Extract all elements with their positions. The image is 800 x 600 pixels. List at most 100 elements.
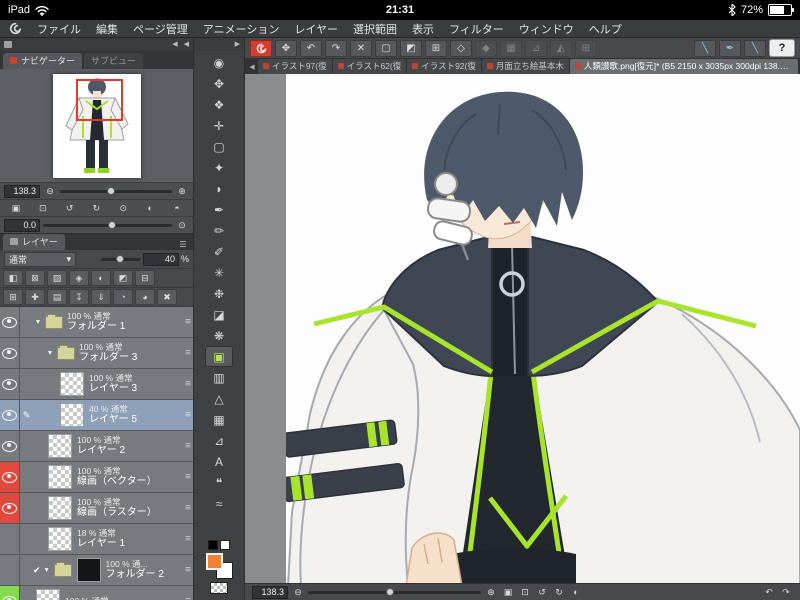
visibility-eye-icon[interactable] xyxy=(2,409,17,421)
layer-row-7[interactable]: 100 % 通常 線画（ラスター） ≡ xyxy=(0,493,193,524)
layer-thumbnail[interactable] xyxy=(48,527,72,551)
tab-navigator[interactable]: ナビゲーター xyxy=(3,53,83,69)
canvas-page[interactable] xyxy=(286,74,800,583)
document-tab-4[interactable]: 月面立ち絵基本木 xyxy=(481,59,569,74)
layer-move-tool[interactable]: ✛ xyxy=(205,115,233,136)
layer-visibility-cell[interactable] xyxy=(0,307,20,337)
canvas-undo-icon[interactable]: ↶ xyxy=(762,586,776,599)
delete-layer-button[interactable]: ✖ xyxy=(157,289,177,305)
drag-handle-icon[interactable]: ≡ xyxy=(185,410,191,421)
mesh-transform-button[interactable]: ▦ xyxy=(500,39,522,57)
rotate-left-icon[interactable]: ↺ xyxy=(63,202,77,215)
layer-visibility-cell[interactable] xyxy=(0,338,20,368)
drag-handle-icon[interactable]: ≡ xyxy=(185,565,191,576)
blend-mode-select[interactable]: 通常 ▾ xyxy=(4,251,76,267)
drag-handle-icon[interactable]: ≡ xyxy=(185,317,191,328)
rotate-right-icon[interactable]: ↻ xyxy=(89,202,103,215)
clear-button[interactable]: ✕ xyxy=(350,39,372,57)
menu-item-animation[interactable]: アニメーション xyxy=(203,21,280,37)
layer-visibility-cell[interactable] xyxy=(0,369,20,399)
navigator-view-rectangle[interactable] xyxy=(75,78,123,121)
expander-icon[interactable]: ▼ xyxy=(33,319,43,326)
layer-row-6[interactable]: 100 % 通常 線画（ベクター） ≡ xyxy=(0,462,193,493)
palette-display-button[interactable]: ⊟ xyxy=(135,270,155,286)
canvas-fit-icon[interactable]: ▣ xyxy=(501,586,515,599)
navigator-rotation-slider[interactable] xyxy=(43,220,172,229)
ruler-tool[interactable]: ⊿ xyxy=(205,430,233,451)
eyedropper-tool[interactable]: ◗ xyxy=(205,178,233,199)
selection-launcher-button[interactable]: ⊞ xyxy=(425,39,447,57)
navigator-zoom-value[interactable]: 138.3 xyxy=(4,184,40,198)
black-color-chip[interactable] xyxy=(208,540,218,550)
redo-button[interactable]: ↷ xyxy=(325,39,347,57)
undo-button[interactable]: ↶ xyxy=(300,39,322,57)
auto-select-tool[interactable]: ✦ xyxy=(205,157,233,178)
clip-studio-logo[interactable] xyxy=(9,22,22,35)
canvas-actual-size-icon[interactable]: ⊡ xyxy=(518,586,532,599)
canvas-zoom-out-icon[interactable]: ⊖ xyxy=(291,586,305,599)
help-button[interactable]: ? xyxy=(769,39,795,57)
transfer-to-lower-layer-button[interactable]: ↧ xyxy=(69,289,89,305)
menu-item-layer[interactable]: レイヤー xyxy=(294,21,338,37)
zoom-in-icon[interactable]: ⊕ xyxy=(175,185,189,198)
layer-thumbnail[interactable] xyxy=(48,465,72,489)
menu-item-help[interactable]: ヘルプ xyxy=(589,21,622,37)
figure-tool[interactable]: △ xyxy=(205,388,233,409)
layer-visibility-cell[interactable] xyxy=(0,524,20,554)
white-color-chip[interactable] xyxy=(220,540,230,550)
visibility-eye-icon[interactable] xyxy=(2,595,17,600)
layer-row-4[interactable]: ✎ 40 % 通常 レイヤー 5 ≡ xyxy=(0,400,193,431)
pen-nib-button[interactable]: ✒ xyxy=(719,39,741,57)
opacity-widget[interactable]: 40 % xyxy=(100,252,189,266)
balloon-tool[interactable]: ❝ xyxy=(205,472,233,493)
menu-item-edit[interactable]: 編集 xyxy=(96,21,118,37)
menu-item-selection[interactable]: 選択範囲 xyxy=(353,21,397,37)
brush-tool[interactable]: ✐ xyxy=(205,241,233,262)
layer-row-1[interactable]: ▼ 100 % 通常 フォルダー 1 ≡ xyxy=(0,307,193,338)
canvas-rotate-right-icon[interactable]: ↻ xyxy=(552,586,566,599)
tab-layer[interactable]: レイヤー xyxy=(3,234,65,250)
canvas-zoom-value[interactable]: 138.3 xyxy=(252,585,288,599)
zoom-out-icon[interactable]: ⊖ xyxy=(43,185,57,198)
drag-handle-icon[interactable]: ≡ xyxy=(185,534,191,545)
reference-layer-button[interactable]: ◈ xyxy=(69,270,89,286)
main-color-swatch[interactable] xyxy=(205,553,223,570)
merge-with-lower-layer-button[interactable]: ⇓ xyxy=(91,289,111,305)
layer-visibility-cell[interactable] xyxy=(0,462,20,492)
clip-studio-logo-button[interactable] xyxy=(250,39,272,57)
airbrush-tool[interactable]: ✳ xyxy=(205,262,233,283)
drag-handle-icon[interactable]: ≡ xyxy=(185,503,191,514)
decoration-tool[interactable]: ❉ xyxy=(205,283,233,304)
visibility-eye-icon[interactable] xyxy=(2,347,17,359)
document-tab-3[interactable]: イラスト92(復 xyxy=(407,59,481,74)
canvas-zoom-slider[interactable] xyxy=(308,587,481,596)
visibility-eye-icon[interactable] xyxy=(2,502,17,514)
layer-thumbnail[interactable] xyxy=(60,403,84,427)
visibility-eye-icon[interactable] xyxy=(2,471,17,483)
menu-item-filter[interactable]: フィルター xyxy=(449,21,504,37)
transparent-color-swatch[interactable] xyxy=(210,582,228,594)
scale-rotate-button[interactable]: ◇ xyxy=(450,39,472,57)
visibility-eye-icon[interactable] xyxy=(2,378,17,390)
pen-tool[interactable]: ✒ xyxy=(205,199,233,220)
layer-thumbnail[interactable] xyxy=(60,372,84,396)
snap-to-ruler-button[interactable]: ⊿ xyxy=(525,39,547,57)
new-raster-layer-button[interactable]: ⊞ xyxy=(3,289,23,305)
menu-item-window[interactable]: ウィンドウ xyxy=(519,21,574,37)
apply-mask-button[interactable]: ◕ xyxy=(135,289,155,305)
canvas-area[interactable] xyxy=(245,74,800,583)
invert-selection-button[interactable]: ◩ xyxy=(400,39,422,57)
navigator-thumbnail[interactable] xyxy=(52,73,141,178)
blend-tool[interactable]: ❋ xyxy=(205,325,233,346)
layer-thumbnail[interactable] xyxy=(48,496,72,520)
rotation-reset-icon[interactable]: ⊙ xyxy=(175,219,189,232)
stylus-tilt-button[interactable]: ╲ xyxy=(744,39,766,57)
text-tool[interactable]: A xyxy=(205,451,233,472)
tab-scroll-left-icon[interactable]: ◀ xyxy=(247,63,257,71)
new-folder-button[interactable]: ▤ xyxy=(47,289,67,305)
canvas-flip-icon[interactable]: ◐ xyxy=(569,586,583,599)
zoom-tool[interactable]: ◉ xyxy=(205,52,233,73)
lock-layer-button[interactable]: ⊠ xyxy=(25,270,45,286)
visibility-eye-icon[interactable] xyxy=(2,316,17,328)
navigator-rotation-value[interactable]: 0.0 xyxy=(4,218,40,232)
